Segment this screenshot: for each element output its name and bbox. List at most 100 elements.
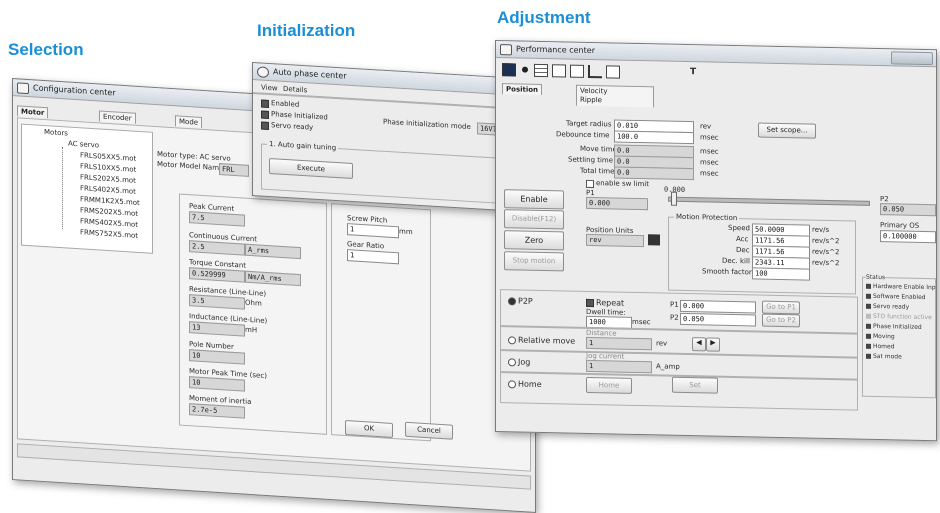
- debounce-field[interactable]: 100.0: [614, 130, 694, 145]
- tree-file[interactable]: FRLS10XX5.mot: [80, 162, 136, 174]
- p2p-p2-field[interactable]: 0.050: [680, 312, 756, 327]
- inductance-unit: mH: [245, 325, 258, 335]
- smooth-factor-field[interactable]: 100: [752, 267, 810, 281]
- tree-file[interactable]: FRMS752X5.mot: [80, 228, 138, 240]
- p1-field: 0.000: [586, 196, 648, 211]
- disable-button[interactable]: Disable(F12): [504, 209, 564, 230]
- servo-ready-indicator: [261, 121, 269, 131]
- status-item-text: Software Enabled: [873, 292, 926, 302]
- status-moving: Moving: [866, 332, 895, 341]
- p2p-label: P2P: [518, 296, 533, 306]
- relative-move-radio[interactable]: [508, 336, 516, 345]
- jog-current-field[interactable]: 1: [586, 359, 652, 374]
- move-right-button[interactable]: ▶: [706, 337, 720, 352]
- circle-icon[interactable]: [522, 66, 528, 73]
- enable-sw-limit-checkbox[interactable]: [586, 179, 594, 189]
- enabled-indicator: [261, 99, 269, 109]
- p2p-p1-field[interactable]: 0.000: [680, 299, 756, 314]
- zero-button[interactable]: Zero: [504, 230, 564, 251]
- config-window-icon: [17, 82, 29, 95]
- motor-tree: Motors AC servo FRLS05XX5.mot FRLS10XX5.…: [21, 123, 153, 254]
- tree-file[interactable]: FRMM1K2X5.mot: [80, 195, 140, 207]
- chart-icon[interactable]: [502, 63, 516, 77]
- status-item-text: Phase Initialized: [873, 322, 922, 331]
- p2-field: 0.050: [880, 203, 936, 217]
- dec-label: Dec: [736, 246, 750, 255]
- panel-icon[interactable]: [606, 65, 620, 79]
- enable-button[interactable]: Enable: [504, 189, 564, 210]
- axis-icon[interactable]: [588, 64, 602, 79]
- primary-os-label: Primary OS: [880, 221, 920, 230]
- target-radius-unit: rev: [700, 122, 712, 131]
- tree-file[interactable]: FRLS202X5.mot: [80, 173, 136, 185]
- home-button[interactable]: Home: [586, 376, 632, 394]
- tree-ac-servo[interactable]: AC servo: [68, 140, 99, 150]
- performance-center-window: Performance center T Position Velocity R…: [495, 40, 937, 442]
- auto-phase-center-window: Auto phase center View Details Enabled P…: [252, 62, 508, 212]
- smooth-factor-label: Smooth factor: [702, 267, 752, 277]
- slider-handle[interactable]: [671, 191, 677, 206]
- jog-label: Jog: [518, 357, 531, 367]
- enabled-label: Enabled: [271, 99, 300, 109]
- repeat-checkbox[interactable]: [586, 298, 594, 308]
- home-label: Home: [518, 379, 542, 389]
- jog-unit: A_amp: [656, 362, 680, 371]
- acc-label: Acc: [736, 235, 749, 244]
- menu-details[interactable]: Details: [283, 85, 307, 94]
- go-to-p2-button[interactable]: Go to P2: [762, 313, 800, 328]
- home-radio[interactable]: [508, 380, 516, 389]
- tree-file[interactable]: FRLS402X5.mot: [80, 184, 136, 196]
- distance-field[interactable]: 1: [586, 336, 652, 351]
- status-item-text: Servo ready: [873, 302, 910, 311]
- mechanics-group: [331, 203, 431, 442]
- status-label: Status: [866, 273, 886, 282]
- wave-icon[interactable]: [552, 64, 566, 78]
- p1-label: P1: [586, 188, 595, 198]
- window-controls[interactable]: [891, 51, 933, 66]
- go-to-p1-button[interactable]: Go to P1: [762, 300, 800, 315]
- speed-unit: rev/s: [812, 225, 830, 235]
- move-left-button[interactable]: ◀: [692, 337, 706, 352]
- status-software-enabled: Software Enabled: [866, 293, 926, 301]
- move-time-label: Move time: [580, 144, 617, 154]
- status-item-text: STO function active: [873, 312, 932, 322]
- total-time-unit: msec: [700, 169, 719, 178]
- p2p-radio[interactable]: [508, 297, 516, 306]
- jog-radio[interactable]: [508, 358, 516, 367]
- heading-initialization: Initialization: [257, 21, 356, 40]
- tree-file[interactable]: FRMS402X5.mot: [80, 217, 138, 229]
- tab-encoder[interactable]: Encoder: [99, 110, 136, 124]
- heading-adjustment: Adjustment: [497, 8, 591, 27]
- status-servo-ready: Servo ready: [866, 303, 909, 311]
- dropdown-arrow-icon[interactable]: [648, 234, 660, 246]
- target-icon[interactable]: [570, 64, 584, 78]
- stop-motion-button[interactable]: Stop motion: [504, 251, 564, 272]
- tree-file[interactable]: FRLS05XX5.mot: [80, 151, 136, 163]
- tab-mode[interactable]: Mode: [175, 115, 203, 128]
- repeat-label: Repeat: [596, 298, 625, 308]
- tree-file[interactable]: FRMS202X5.mot: [80, 206, 138, 218]
- tree-root-motors[interactable]: Motors: [44, 128, 68, 138]
- settling-label: Settling time: [568, 155, 614, 165]
- speed-label: Speed: [728, 223, 750, 233]
- resistance-unit: Ohm: [245, 298, 262, 308]
- grid-icon[interactable]: [534, 63, 548, 78]
- tab-motor[interactable]: Motor: [17, 105, 49, 119]
- total-time-field: 0.0: [614, 166, 694, 181]
- cancel-button[interactable]: Cancel: [405, 421, 453, 440]
- tab-velocity-label: Velocity: [580, 86, 608, 96]
- position-units-select[interactable]: rev: [586, 233, 644, 248]
- menu-view[interactable]: View: [261, 84, 278, 93]
- auto-window-icon: [257, 66, 269, 79]
- ok-button[interactable]: OK: [345, 419, 393, 438]
- status-item-text: Moving: [873, 332, 895, 341]
- tab-position[interactable]: Position: [502, 83, 543, 95]
- set-button[interactable]: Set: [672, 376, 718, 394]
- tab-velocity-ripple[interactable]: Velocity Ripple: [576, 84, 654, 108]
- motor-model-field[interactable]: FRL: [219, 163, 249, 177]
- motion-protection-label: Motion Protection: [674, 212, 740, 223]
- primary-os-field[interactable]: 0.100000: [880, 230, 936, 244]
- set-scope-button[interactable]: Set scope...: [758, 122, 816, 139]
- debounce-unit: msec: [700, 133, 719, 142]
- position-slider[interactable]: [668, 196, 870, 206]
